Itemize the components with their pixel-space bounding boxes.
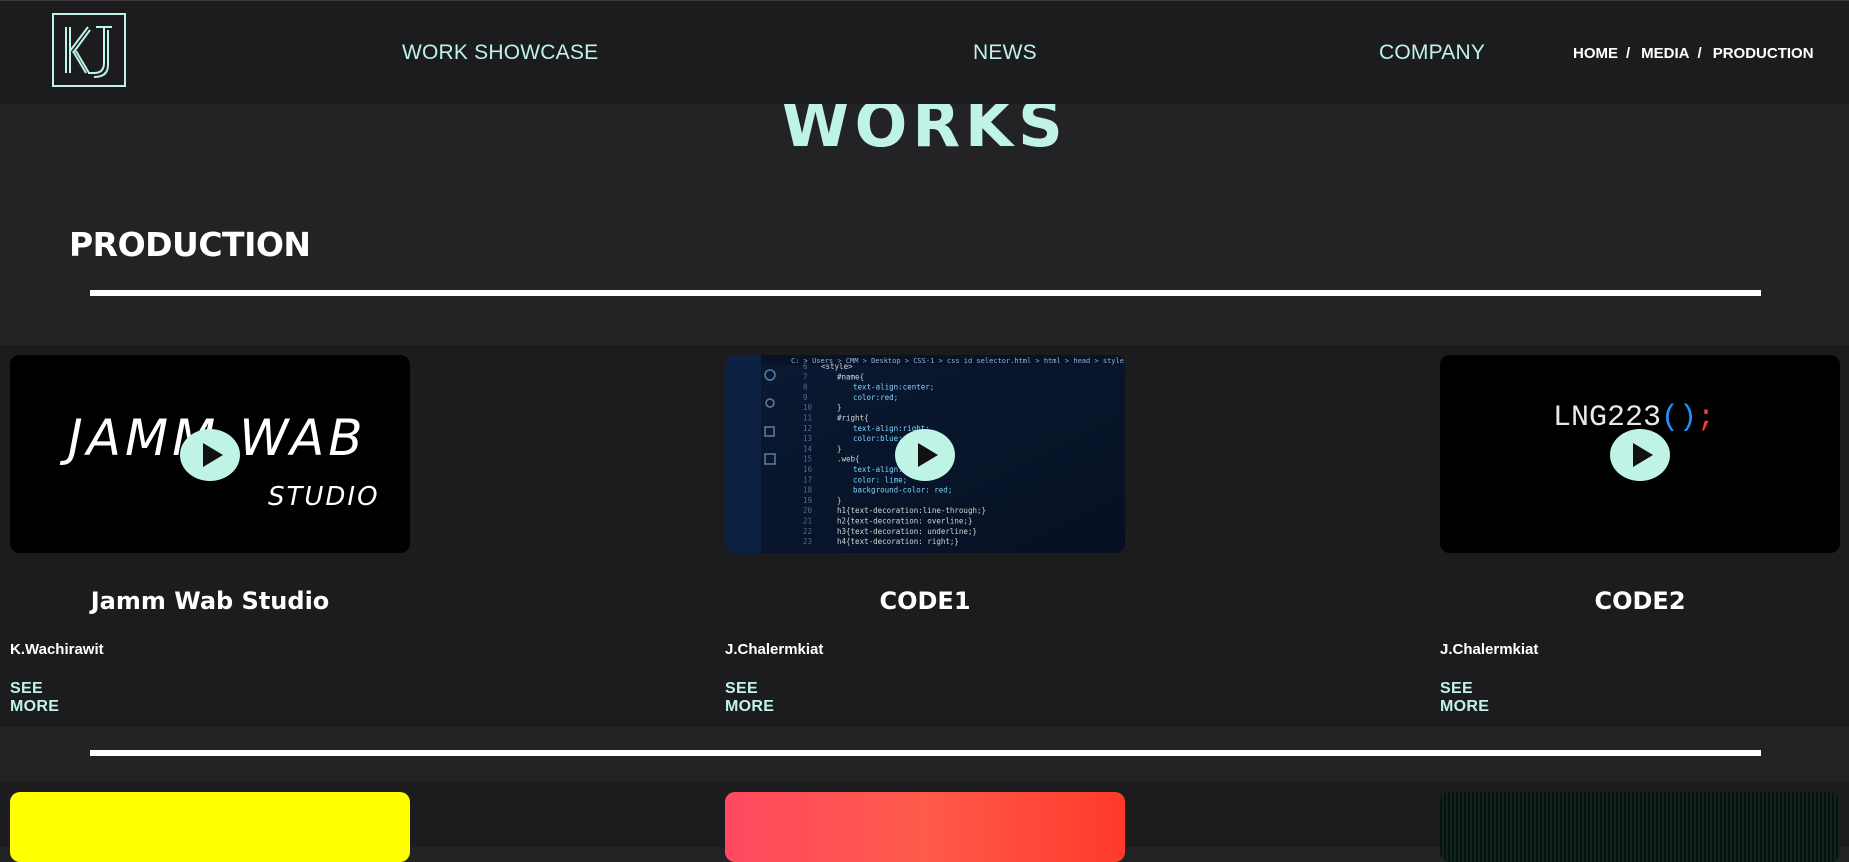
code-line-number: 17 <box>803 475 812 484</box>
code-line: text-align:center; <box>853 383 934 392</box>
code-line-number: 19 <box>803 496 812 505</box>
code-line: h1{text-decoration:line-through;} <box>837 506 986 515</box>
breadcrumb-separator: / <box>1626 45 1631 62</box>
code-line: color: lime; <box>853 475 907 484</box>
play-icon[interactable] <box>180 429 240 481</box>
code-line-number: 23 <box>803 537 812 546</box>
code-line-number: 11 <box>803 414 812 423</box>
work-thumbnail-code2[interactable]: LNG223(); <box>1440 355 1840 553</box>
code-line-number: 9 <box>803 393 808 402</box>
breadcrumb: HOME / MEDIA / PRODUCTION <box>1573 45 1814 62</box>
thumb-semicolon-text: ; <box>1697 401 1715 435</box>
work-title[interactable]: CODE1 <box>725 587 1125 615</box>
breadcrumb-production[interactable]: PRODUCTION <box>1713 45 1814 62</box>
thumb-parens-text: () <box>1661 401 1697 435</box>
code-line: } <box>837 444 842 453</box>
work-title[interactable]: CODE2 <box>1440 587 1840 615</box>
code-line: <style> <box>821 362 853 371</box>
code-line: } <box>837 496 842 505</box>
kj-logo-icon: KJ <box>65 26 112 78</box>
code-line-number: 21 <box>803 517 812 526</box>
code-line-number: 12 <box>803 424 812 433</box>
code-line: h3{text-decoration: underline;} <box>837 527 977 536</box>
top-navigation-bar: KJ WORK SHOWCASE NEWS COMPANY HOME / MEDIA… <box>0 0 1849 104</box>
code-line-number: 15 <box>803 455 812 464</box>
code-line: #right{ <box>837 414 869 423</box>
code-line-number: 16 <box>803 465 813 474</box>
work-thumbnail-dark[interactable] <box>1440 792 1840 862</box>
breadcrumb-media[interactable]: MEDIA <box>1641 45 1689 62</box>
code-line: background-color: red; <box>853 486 952 495</box>
section-divider <box>90 290 1761 296</box>
code-line-number: 13 <box>803 434 812 443</box>
section-title: PRODUCTION <box>69 225 311 264</box>
work-thumbnail-yellow[interactable] <box>10 792 410 862</box>
code-line-number: 7 <box>803 372 808 381</box>
work-author: K.Wachirawit <box>10 641 104 658</box>
code-line: h2{text-decoration: overline;} <box>837 517 972 526</box>
play-icon[interactable] <box>895 429 955 481</box>
code-line-number: 20 <box>803 506 813 515</box>
code-line: color:blue; <box>853 434 903 443</box>
nav-company[interactable]: COMPANY <box>1379 41 1485 65</box>
logo-text: KJ <box>89 54 91 56</box>
see-more-link[interactable]: SEE MORE <box>1440 680 1489 716</box>
section-divider <box>90 750 1761 756</box>
work-thumbnail-jamm-wab-studio[interactable]: JAMM WAB STUDIO <box>10 355 410 553</box>
code-line-number: 22 <box>803 527 812 536</box>
code-line: color:red; <box>853 393 898 402</box>
code-line: .web{ <box>837 455 860 464</box>
work-thumbnail-red[interactable] <box>725 792 1125 862</box>
kj-logo[interactable]: KJ <box>52 13 126 87</box>
work-author: J.Chalermkiat <box>1440 641 1539 658</box>
code-line: } <box>837 403 842 412</box>
nav-news[interactable]: NEWS <box>973 41 1037 65</box>
code-line-number: 6 <box>803 362 808 371</box>
see-more-link[interactable]: SEE MORE <box>725 680 774 716</box>
breadcrumb-separator: / <box>1697 45 1702 62</box>
thumb-studio-text: STUDIO <box>268 482 380 512</box>
breadcrumb-home[interactable]: HOME <box>1573 45 1618 62</box>
code-line-number: 18 <box>803 486 813 495</box>
work-title[interactable]: Jamm Wab Studio <box>10 587 410 615</box>
code-line-number: 10 <box>803 403 813 412</box>
play-icon[interactable] <box>1610 429 1670 481</box>
code-line-number: 14 <box>803 444 813 453</box>
work-thumbnail-code1[interactable]: C: > Users > CMM > Desktop > CSS-1 > css… <box>725 355 1125 553</box>
see-more-link[interactable]: SEE MORE <box>10 680 59 716</box>
nav-work-showcase[interactable]: WORK SHOWCASE <box>402 41 598 65</box>
work-author: J.Chalermkiat <box>725 641 824 658</box>
code-line: h4{text-decoration: right;} <box>837 537 959 546</box>
code-line: #name{ <box>837 372 864 381</box>
code-line-number: 8 <box>803 383 808 392</box>
